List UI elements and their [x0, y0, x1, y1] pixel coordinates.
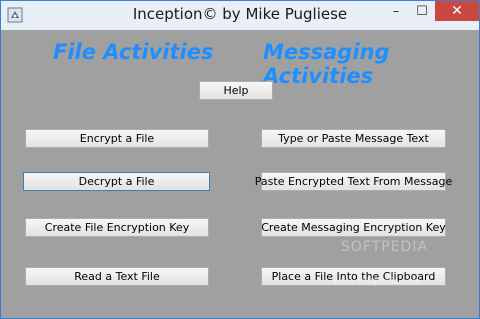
- decrypt-file-button[interactable]: Decrypt a File: [23, 172, 210, 191]
- client-area: File Activities Messaging Activities Hel…: [8, 31, 473, 313]
- file-activities-heading: File Activities: [53, 40, 214, 64]
- maximize-button[interactable]: ☐: [409, 1, 435, 21]
- paste-encrypted-button[interactable]: Paste Encrypted Text From Message: [255, 172, 452, 191]
- softpedia-url: www.softpedia.com: [333, 277, 421, 287]
- type-message-button[interactable]: Type or Paste Message Text: [261, 129, 446, 148]
- close-button[interactable]: ✕: [435, 1, 479, 21]
- minimize-button[interactable]: –: [383, 1, 409, 21]
- create-file-key-button[interactable]: Create File Encryption Key: [25, 218, 209, 237]
- read-text-file-button[interactable]: Read a Text File: [25, 267, 209, 286]
- encrypt-file-button[interactable]: Encrypt a File: [25, 129, 209, 148]
- create-messaging-key-button[interactable]: Create Messaging Encryption Key: [261, 218, 446, 237]
- softpedia-watermark: SOFTPEDIA: [341, 239, 429, 255]
- messaging-activities-heading: Messaging Activities: [263, 40, 390, 88]
- help-button[interactable]: Help: [199, 81, 273, 100]
- app-window: Inception© by Mike Pugliese – ☐ ✕ File A…: [0, 0, 480, 319]
- title-bar[interactable]: Inception© by Mike Pugliese – ☐ ✕: [1, 1, 479, 30]
